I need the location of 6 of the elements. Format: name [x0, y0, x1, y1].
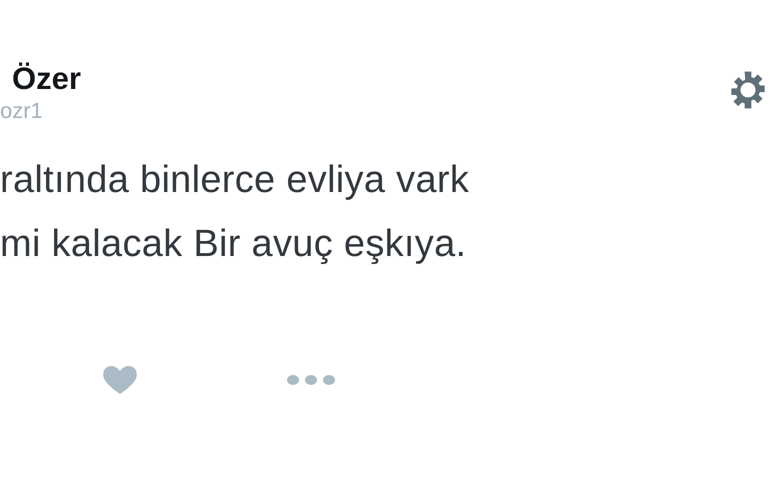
more-icon[interactable]: [287, 374, 335, 386]
author-handle: ozr1: [0, 98, 44, 124]
tweet-text-line: mi kalacak Bir avuç eşkıya.: [0, 222, 468, 267]
tweet-text-line: raltında binlerce evliya vark: [0, 158, 470, 203]
heart-icon[interactable]: [103, 366, 137, 394]
author-name: Özer: [11, 60, 81, 98]
